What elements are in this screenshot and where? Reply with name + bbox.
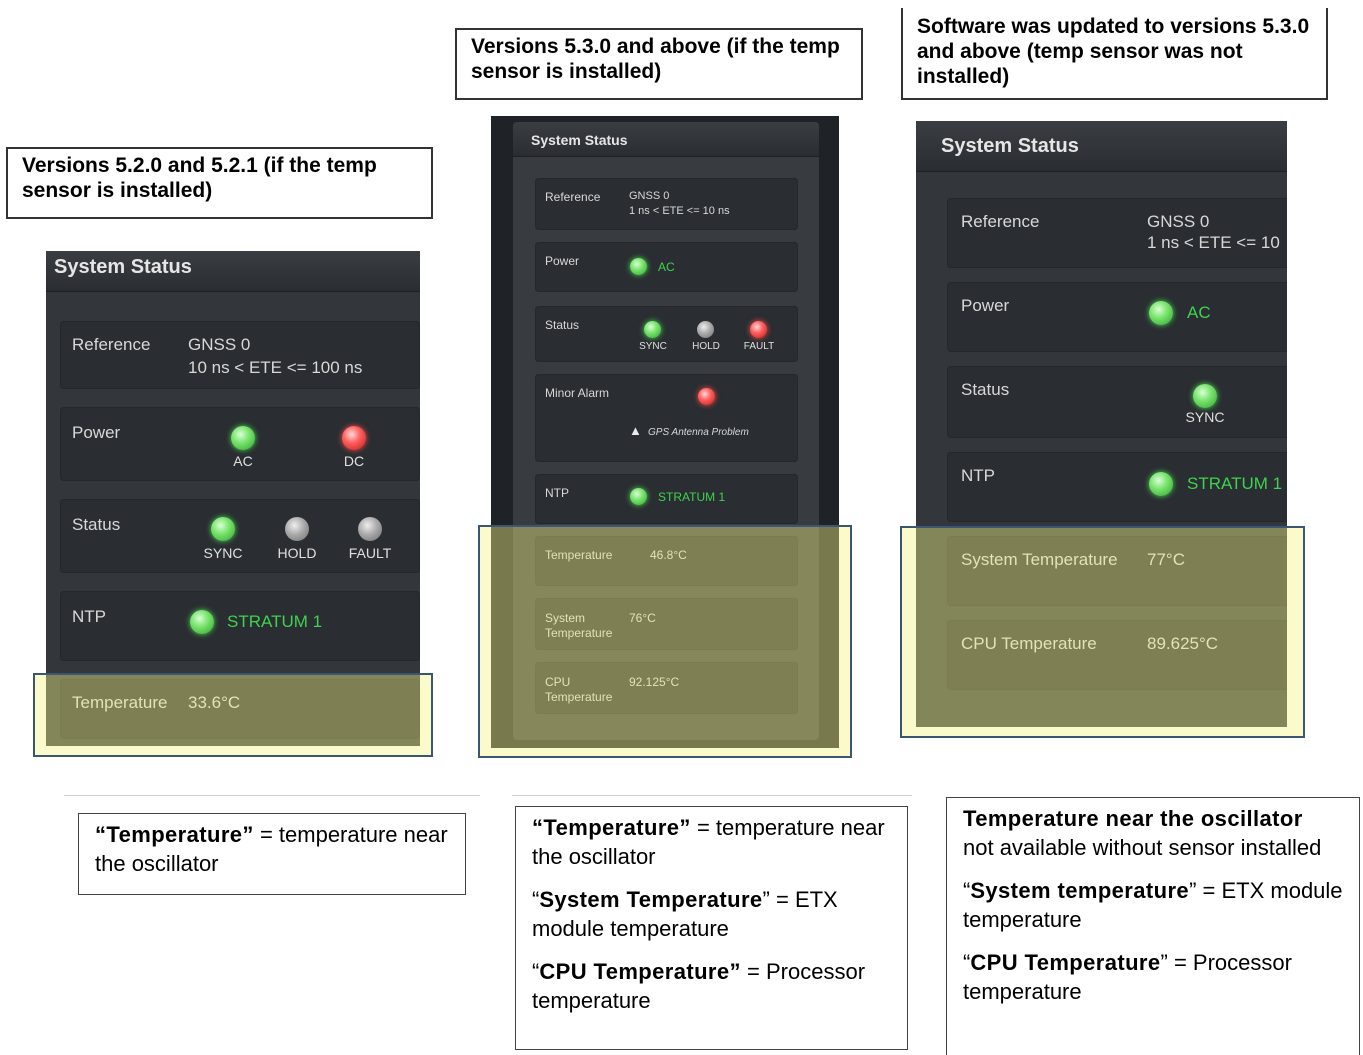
dc-led-label: DC <box>343 453 365 469</box>
callout-middle-text: Versions 5.3.0 and above (if the temp se… <box>471 35 840 83</box>
callout-left-text: Versions 5.2.0 and 5.2.1 (if the temp se… <box>22 154 377 202</box>
note-middle-term-1: “Temperature” <box>532 815 691 840</box>
sync-led-icon <box>211 517 235 541</box>
status-row: Status SYNC HOLD FAULT <box>535 306 798 362</box>
power-row: Power AC <box>535 242 798 292</box>
note-right-term-1: System temperature <box>970 878 1190 903</box>
sync-led-icon <box>644 321 661 338</box>
callout-left: Versions 5.2.0 and 5.2.1 (if the temp se… <box>6 147 433 219</box>
note-right-heading-def: not available without sensor installed <box>963 835 1322 860</box>
note-right-term-2: CPU Temperature <box>970 950 1161 975</box>
reference-row: Reference GNSS 0 1 ns < ETE <= 10 <box>947 198 1287 268</box>
hold-led-icon <box>285 517 309 541</box>
panel-title: System Status <box>513 122 819 157</box>
status-label: Status <box>72 515 121 534</box>
note-middle-term-3: CPU Temperature” <box>539 959 741 984</box>
reference-label: Reference <box>961 212 1040 231</box>
dc-led-icon <box>342 426 366 450</box>
sync-led-label: SYNC <box>203 545 243 561</box>
fault-led-icon <box>750 321 767 338</box>
reference-row: Reference GNSS 0 10 ns < ETE <= 100 ns <box>60 321 420 389</box>
ntp-row: NTP STRATUM 1 <box>60 591 420 661</box>
ntp-led-icon <box>1149 472 1173 496</box>
reference-row: Reference GNSS 0 1 ns < ETE <= 10 ns <box>535 178 798 230</box>
panel-title: System Status <box>916 121 1287 172</box>
minor-alarm-text: GPS Antenna Problem <box>648 427 749 438</box>
reference-line2: 10 ns < ETE <= 100 ns <box>188 358 363 377</box>
ntp-value: STRATUM 1 <box>658 490 726 504</box>
power-row: Power AC <box>947 282 1287 352</box>
power-value: AC <box>658 260 675 274</box>
ac-led-icon <box>231 426 255 450</box>
note-left-term: “Temperature” <box>95 822 254 847</box>
power-value: AC <box>1187 303 1211 322</box>
power-label: Power <box>545 254 580 268</box>
ntp-value: STRATUM 1 <box>1187 474 1283 493</box>
fault-led-label: FAULT <box>743 341 775 352</box>
reference-label: Reference <box>72 335 151 354</box>
fault-led-label: FAULT <box>348 545 392 561</box>
power-row: Power AC DC <box>60 407 420 481</box>
note-middle-term-2: System Temperature <box>539 887 763 912</box>
callout-right: Software was updated to versions 5.3.0 a… <box>901 8 1328 100</box>
ntp-row: NTP STRATUM 1 <box>947 452 1287 522</box>
reference-line1: GNSS 0 <box>1147 212 1210 231</box>
ntp-label: NTP <box>961 466 995 485</box>
hold-led-icon <box>697 321 714 338</box>
status-row: Status SYNC <box>947 366 1287 438</box>
status-label: Status <box>545 318 580 332</box>
ntp-led-icon <box>190 610 214 634</box>
status-label: Status <box>961 380 1010 399</box>
reference-line1: GNSS 0 <box>188 335 251 354</box>
highlight-left <box>33 673 433 757</box>
sync-led-label: SYNC <box>1185 409 1225 425</box>
callout-right-text: Software was updated to versions 5.3.0 a… <box>917 15 1310 88</box>
ntp-label: NTP <box>545 486 569 500</box>
ntp-label: NTP <box>72 607 106 626</box>
reference-line2: 1 ns < ETE <= 10 ns <box>629 205 730 217</box>
note-right-close-2: ” <box>1160 950 1168 975</box>
ac-led-icon <box>630 258 647 275</box>
hold-led-label: HOLD <box>277 545 317 561</box>
highlight-right <box>900 526 1305 738</box>
ntp-led-icon <box>630 488 647 505</box>
fault-led-icon <box>358 517 382 541</box>
callout-middle: Versions 5.3.0 and above (if the temp se… <box>455 28 863 100</box>
sync-led-icon <box>1193 384 1217 408</box>
system-status-panel-left: System Status Reference GNSS 0 10 ns < E… <box>46 251 420 746</box>
note-middle: “Temperature” = temperature near the osc… <box>515 806 908 1050</box>
note-right: Temperature near the oscillator not avail… <box>946 797 1360 1055</box>
reference-line2: 1 ns < ETE <= 10 <box>1147 233 1280 252</box>
power-label: Power <box>961 296 1010 315</box>
ac-led-icon <box>1149 301 1173 325</box>
reference-label: Reference <box>545 190 601 204</box>
status-row: Status SYNC HOLD FAULT <box>60 499 420 573</box>
warning-icon: ▲ <box>629 423 642 438</box>
panel-title: System Status <box>46 251 420 292</box>
highlight-middle <box>478 525 852 758</box>
minor-alarm-row: Minor Alarm ▲ GPS Antenna Problem <box>535 374 798 462</box>
note-middle-close-2: ” <box>762 887 770 912</box>
separator-left <box>64 795 480 796</box>
minor-alarm-label: Minor Alarm <box>545 386 610 400</box>
ac-led-label: AC <box>233 453 253 469</box>
ntp-value: STRATUM 1 <box>227 612 323 631</box>
separator-middle <box>512 795 912 796</box>
reference-line1: GNSS 0 <box>629 190 670 202</box>
note-right-heading: Temperature near the oscillator <box>963 806 1303 831</box>
note-left: “Temperature” = temperature near the osc… <box>78 813 466 895</box>
ntp-row: NTP STRATUM 1 <box>535 474 798 524</box>
minor-alarm-led-icon <box>698 388 715 405</box>
power-label: Power <box>72 423 121 442</box>
